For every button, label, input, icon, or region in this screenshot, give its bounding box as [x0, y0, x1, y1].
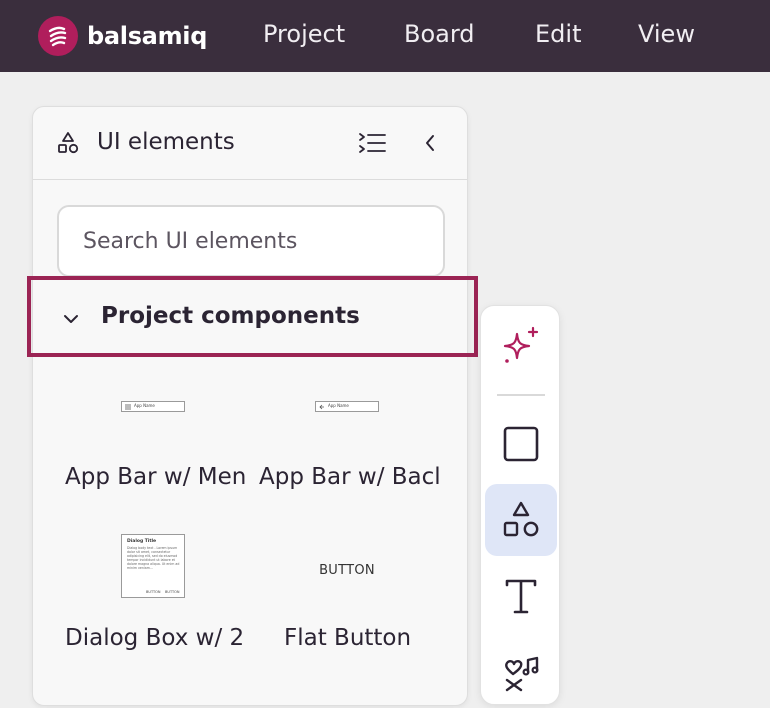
component-thumbnail-app-bar-back[interactable]: App Name [315, 401, 379, 412]
icons-tool-button[interactable] [485, 636, 557, 708]
rectangle-icon [503, 426, 539, 462]
collapse-panel-chevron-icon[interactable] [423, 133, 437, 157]
thumb-dialog-body: Dialog body text - Lorem ipsum dolor sit… [127, 546, 180, 570]
app-logo[interactable]: balsamiq [38, 16, 207, 56]
component-label[interactable]: Dialog Box w/ 2 [65, 625, 259, 651]
component-thumbnail-flat-button[interactable]: BUTTON [311, 559, 383, 578]
menu-board[interactable]: Board [404, 20, 475, 48]
toolbar-divider [497, 394, 545, 396]
menu-project[interactable]: Project [263, 20, 345, 48]
ui-elements-tool-button[interactable] [485, 484, 557, 556]
ai-sparkle-icon [503, 326, 539, 363]
panel-header: UI elements [33, 107, 467, 180]
thumb-dialog-title: Dialog Title [127, 539, 157, 544]
thumb-app-name: App Name [328, 403, 349, 408]
list-view-icon[interactable] [358, 131, 386, 159]
text-tool-button[interactable] [485, 560, 557, 632]
thumb-app-name: App Name [134, 403, 155, 408]
chevron-down-icon [63, 310, 79, 329]
component-label[interactable]: Flat Button [284, 625, 454, 651]
shapes-icon [503, 501, 539, 537]
rectangle-tool-button[interactable] [485, 408, 557, 480]
icons-icon [505, 656, 539, 692]
thumb-dialog-button: BUTTON [165, 590, 180, 594]
back-arrow-icon [319, 404, 324, 410]
ui-elements-panel: UI elements Project components [32, 106, 468, 706]
balsamiq-logo-icon [38, 16, 78, 56]
component-thumbnail-app-bar-menu[interactable]: App Name [121, 401, 185, 412]
component-thumbnail-dialog-box[interactable]: Dialog Title Dialog body text - Lorem ip… [121, 534, 185, 598]
component-label[interactable]: App Bar w/ Bacl [259, 464, 445, 490]
search-input[interactable] [57, 205, 445, 277]
app-name: balsamiq [87, 22, 208, 50]
project-components-section-header[interactable]: Project components [33, 279, 467, 355]
panel-title: UI elements [97, 129, 235, 155]
top-menu-bar: balsamiq Project Board Edit View [0, 0, 770, 72]
thumb-button-text: BUTTON [319, 563, 375, 578]
section-title: Project components [101, 303, 360, 329]
component-label[interactable]: App Bar w/ Men [65, 464, 259, 490]
shapes-icon [57, 131, 79, 159]
insert-toolbar [480, 305, 560, 705]
menu-view[interactable]: View [638, 20, 695, 48]
menu-icon [125, 404, 131, 410]
ai-generate-button[interactable] [485, 310, 557, 382]
menu-edit[interactable]: Edit [535, 20, 581, 48]
text-icon [505, 579, 537, 614]
thumb-dialog-button: BUTTON [146, 590, 161, 594]
